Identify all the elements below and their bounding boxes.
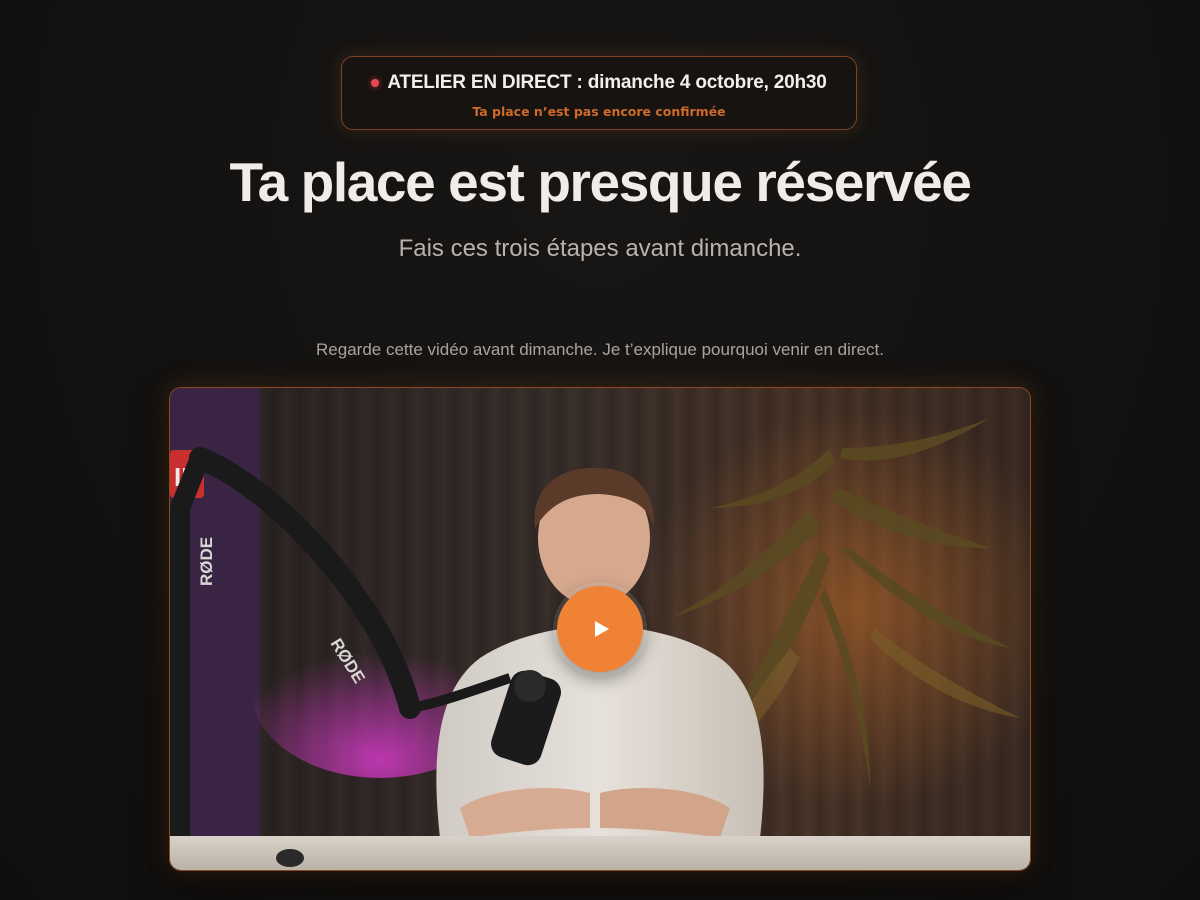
mic-brand-text: RØDE <box>197 537 216 586</box>
live-event-title: ATELIER EN DIRECT : dimanche 4 octobre, … <box>387 72 827 93</box>
play-button[interactable] <box>557 586 643 672</box>
live-event-badge: ATELIER EN DIRECT : dimanche 4 octobre, … <box>341 56 857 130</box>
play-icon <box>595 621 609 637</box>
live-dot-icon <box>371 79 380 87</box>
page-title: Ta place est presque réservée <box>229 151 971 213</box>
page: ATELIER EN DIRECT : dimanche 4 octobre, … <box>0 0 1200 900</box>
live-event-line: ATELIER EN DIRECT : dimanche 4 octobre, … <box>342 71 856 95</box>
video-player[interactable]: IR RØDE RØDE <box>169 387 1031 871</box>
video-caption: Regarde cette vidéo avant dimanche. Je t… <box>316 340 884 359</box>
reservation-status: Ta place n’est pas encore confirmée <box>472 104 726 119</box>
page-subtitle: Fais ces trois étapes avant dimanche. <box>398 235 802 262</box>
